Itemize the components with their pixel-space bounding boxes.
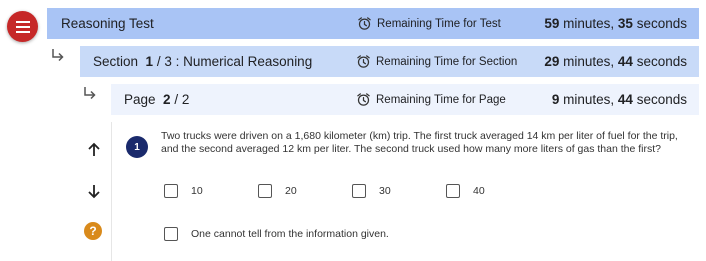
exam-screen: Reasoning Test Remaining Time for Test 5… [0, 0, 706, 261]
page-time-remaining: 9 minutes, 44 seconds [551, 92, 687, 107]
test-title: Reasoning Test [61, 16, 154, 31]
test-header-bar: Reasoning Test Remaining Time for Test 5… [47, 8, 699, 39]
option-cannot-tell[interactable]: One cannot tell from the information giv… [164, 227, 389, 241]
section-timer-label: Remaining Time for Section [356, 54, 517, 69]
help-icon[interactable]: ? [84, 222, 102, 240]
page-header-bar: Page 2 / 2 Remaining Time for Page 9 min… [111, 84, 699, 115]
option-label: 10 [191, 185, 203, 197]
section-time-remaining: 29 minutes, 44 seconds [544, 54, 687, 69]
alarm-clock-icon [358, 17, 371, 30]
option-label: 30 [379, 185, 391, 197]
arrow-down-icon[interactable] [85, 182, 103, 200]
question-text: Two trucks were driven on a 1,680 kilome… [161, 130, 678, 155]
option-1[interactable]: 10 [164, 184, 203, 198]
option-checkbox[interactable] [164, 227, 178, 241]
option-checkbox[interactable] [352, 184, 366, 198]
section-header-bar: Section 1 / 3 : Numerical Reasoning Rema… [80, 46, 699, 77]
subdirectory-arrow-icon [83, 86, 97, 106]
hamburger-menu-icon [15, 20, 30, 33]
alarm-clock-icon [357, 93, 370, 106]
test-time-remaining: 59 minutes, 35 seconds [544, 16, 687, 31]
option-checkbox[interactable] [446, 184, 460, 198]
option-4[interactable]: 40 [446, 184, 485, 198]
option-3[interactable]: 30 [352, 184, 391, 198]
menu-button[interactable] [7, 11, 38, 42]
section-title: Section 1 / 3 : Numerical Reasoning [93, 54, 313, 69]
option-2[interactable]: 20 [258, 184, 297, 198]
option-label: One cannot tell from the information giv… [191, 228, 389, 240]
question-card: 1 Two trucks were driven on a 1,680 kilo… [111, 122, 699, 261]
alarm-clock-icon [357, 55, 370, 68]
option-label: 20 [285, 185, 297, 197]
arrow-up-icon[interactable] [85, 141, 103, 159]
page-title: Page 2 / 2 [124, 92, 190, 107]
test-timer-label: Remaining Time for Test [357, 16, 501, 31]
option-checkbox[interactable] [164, 184, 178, 198]
option-label: 40 [473, 185, 485, 197]
subdirectory-arrow-icon [51, 48, 65, 68]
option-checkbox[interactable] [258, 184, 272, 198]
page-timer-label: Remaining Time for Page [356, 92, 506, 107]
question-number-badge: 1 [126, 136, 148, 158]
